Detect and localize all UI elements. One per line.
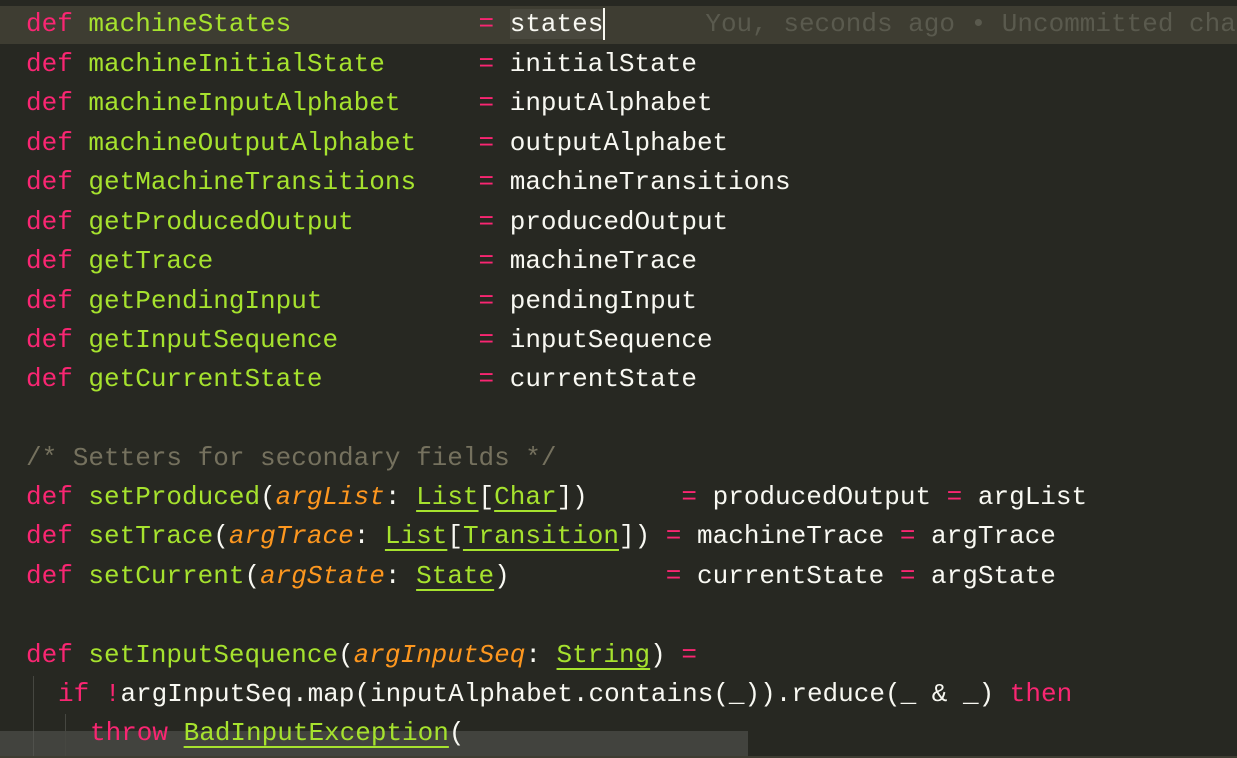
git-blame-annotation: You, seconds ago • Uncommitted chang	[705, 9, 1237, 39]
indent-guide	[65, 714, 66, 758]
keyword-def: def	[26, 325, 73, 355]
equals-operator: =	[478, 364, 495, 394]
field-name: currentState	[696, 561, 885, 591]
code-line-if[interactable]: if !argInputSeq.map(inputAlphabet.contai…	[58, 675, 1072, 715]
field-name: machineTrace	[697, 521, 885, 551]
type-reference[interactable]: Char	[494, 482, 556, 512]
type-reference[interactable]: List	[385, 521, 447, 551]
def-name: machineOutputAlphabet	[88, 128, 417, 158]
def-name: getCurrentState	[88, 364, 323, 394]
code-line-function-def[interactable]: def setInputSequence(argInputSeq: String…	[26, 636, 697, 676]
argument: argList	[977, 482, 1088, 512]
code-editor[interactable]: def machineStates = states You, seconds a…	[0, 0, 1237, 758]
equals-operator: =	[681, 640, 697, 670]
code-line-setter-2[interactable]: def setTrace(argTrace: List[Transition])…	[26, 517, 1056, 557]
selected-text[interactable]: states	[509, 9, 604, 39]
def-value: currentState	[509, 364, 697, 394]
keyword-def: def	[26, 521, 73, 551]
def-value: initialState	[509, 49, 697, 79]
equals-operator: =	[946, 482, 963, 512]
code-line-2[interactable]: def machineInitialState = initialState	[26, 45, 697, 85]
equals-operator: =	[478, 286, 495, 316]
code-line-setter-3[interactable]: def setCurrent(argState: State) = curren…	[26, 557, 1056, 597]
code-line-10[interactable]: def getCurrentState = currentState	[26, 360, 697, 400]
equals-operator: =	[478, 167, 495, 197]
keyword-def: def	[26, 167, 73, 197]
keyword-def: def	[26, 128, 73, 158]
not-operator: !	[104, 679, 121, 709]
code-line-3[interactable]: def machineInputAlphabet = inputAlphabet	[26, 84, 713, 124]
parameter: argList	[275, 482, 385, 512]
equals-operator: =	[478, 207, 495, 237]
equals-operator: =	[478, 9, 495, 39]
code-line-6[interactable]: def getProducedOutput = producedOutput	[26, 203, 728, 243]
keyword-def: def	[26, 207, 73, 237]
type-reference[interactable]: List	[416, 482, 478, 512]
type-reference[interactable]: String	[557, 640, 651, 670]
equals-operator: =	[478, 128, 495, 158]
equals-operator: =	[478, 88, 495, 118]
code-line-9[interactable]: def getInputSequence = inputSequence	[26, 321, 713, 361]
keyword-def: def	[26, 49, 73, 79]
equals-operator: =	[478, 246, 495, 276]
keyword-def: def	[26, 640, 73, 670]
keyword-if: if	[58, 679, 90, 709]
def-value: pendingInput	[509, 286, 697, 316]
keyword-then: then	[1009, 679, 1073, 709]
def-name: setTrace	[88, 521, 214, 551]
parameter: argState	[260, 561, 385, 591]
def-name: getPendingInput	[88, 286, 323, 316]
def-name: setInputSequence	[88, 640, 339, 670]
def-value: machineTrace	[509, 246, 697, 276]
def-value: machineTransitions	[509, 167, 791, 197]
def-name: setCurrent	[88, 561, 245, 591]
equals-operator: =	[899, 561, 916, 591]
def-name: machineInitialState	[88, 49, 385, 79]
def-name: getMachineTransitions	[88, 167, 417, 197]
keyword-def: def	[26, 561, 73, 591]
def-value: producedOutput	[509, 207, 729, 237]
def-name: getTrace	[88, 246, 214, 276]
keyword-def: def	[26, 9, 73, 39]
code-line-comment[interactable]: /* Setters for secondary fields */	[26, 439, 557, 479]
equals-operator: =	[665, 561, 682, 591]
argument: argTrace	[931, 521, 1056, 551]
keyword-def: def	[26, 482, 73, 512]
keyword-def: def	[26, 88, 73, 118]
def-name: machineStates	[88, 9, 292, 39]
code-line-1[interactable]: def machineStates = states You, seconds a…	[26, 5, 1237, 45]
def-name: getInputSequence	[88, 325, 339, 355]
equals-operator: =	[681, 482, 698, 512]
comment: /* Setters for secondary fields */	[26, 443, 557, 473]
code-line-setter-1[interactable]: def setProduced(argList: List[Char]) = p…	[26, 478, 1087, 518]
keyword-throw: throw	[90, 718, 169, 748]
keyword-def: def	[26, 246, 73, 276]
argument: argState	[931, 561, 1056, 591]
code-line-4[interactable]: def machineOutputAlphabet = outputAlphab…	[26, 124, 728, 164]
code-line-throw[interactable]: throw BadInputException(	[90, 714, 464, 754]
keyword-def: def	[26, 286, 73, 316]
code-line-7[interactable]: def getTrace = machineTrace	[26, 242, 697, 282]
def-name: getProducedOutput	[88, 207, 354, 237]
keyword-def: def	[26, 364, 73, 394]
type-reference[interactable]: BadInputException	[184, 718, 449, 748]
equals-operator: =	[478, 49, 495, 79]
code-line-5[interactable]: def getMachineTransitions = machineTrans…	[26, 163, 791, 203]
def-value: outputAlphabet	[509, 128, 729, 158]
def-value: inputAlphabet	[509, 88, 713, 118]
def-name: setProduced	[88, 482, 261, 512]
expression: argInputSeq.map(inputAlphabet.contains(_…	[120, 679, 995, 709]
parameter: argInputSeq	[353, 640, 526, 670]
field-name: producedOutput	[712, 482, 932, 512]
type-reference[interactable]: State	[416, 561, 494, 591]
equals-operator: =	[478, 325, 495, 355]
type-reference[interactable]: Transition	[463, 521, 619, 551]
parameter: argTrace	[228, 521, 354, 551]
def-value: inputSequence	[509, 325, 713, 355]
text-cursor	[603, 8, 606, 41]
equals-operator: =	[899, 521, 916, 551]
equals-operator: =	[665, 521, 682, 551]
def-name: machineInputAlphabet	[88, 88, 401, 118]
code-line-8[interactable]: def getPendingInput = pendingInput	[26, 282, 697, 322]
